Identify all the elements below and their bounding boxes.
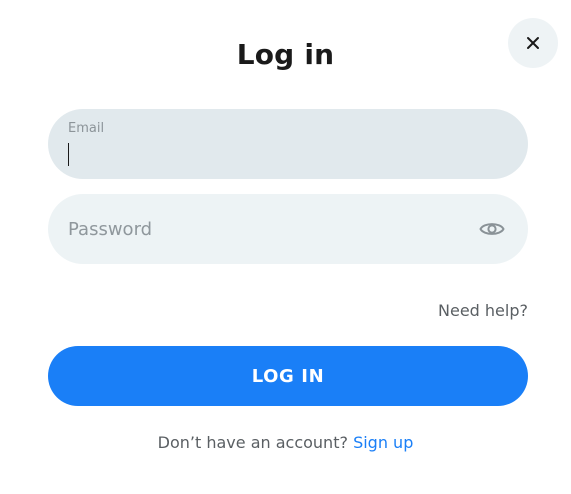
- text-caret: [68, 143, 69, 166]
- eye-icon: [479, 223, 505, 235]
- email-input[interactable]: [68, 141, 498, 169]
- need-help-link[interactable]: Need help?: [438, 301, 528, 320]
- email-field[interactable]: Email: [48, 109, 528, 179]
- signup-link[interactable]: Sign up: [353, 433, 413, 452]
- password-field[interactable]: [48, 194, 528, 264]
- signup-prompt: Don’t have an account?: [157, 433, 348, 452]
- email-label: Email: [68, 121, 105, 136]
- login-button[interactable]: LOG IN: [48, 346, 528, 406]
- password-input[interactable]: [68, 215, 458, 243]
- signup-row: Don’t have an account? Sign up: [0, 433, 571, 452]
- dialog-title: Log in: [236, 38, 335, 71]
- show-password-button[interactable]: [478, 216, 506, 242]
